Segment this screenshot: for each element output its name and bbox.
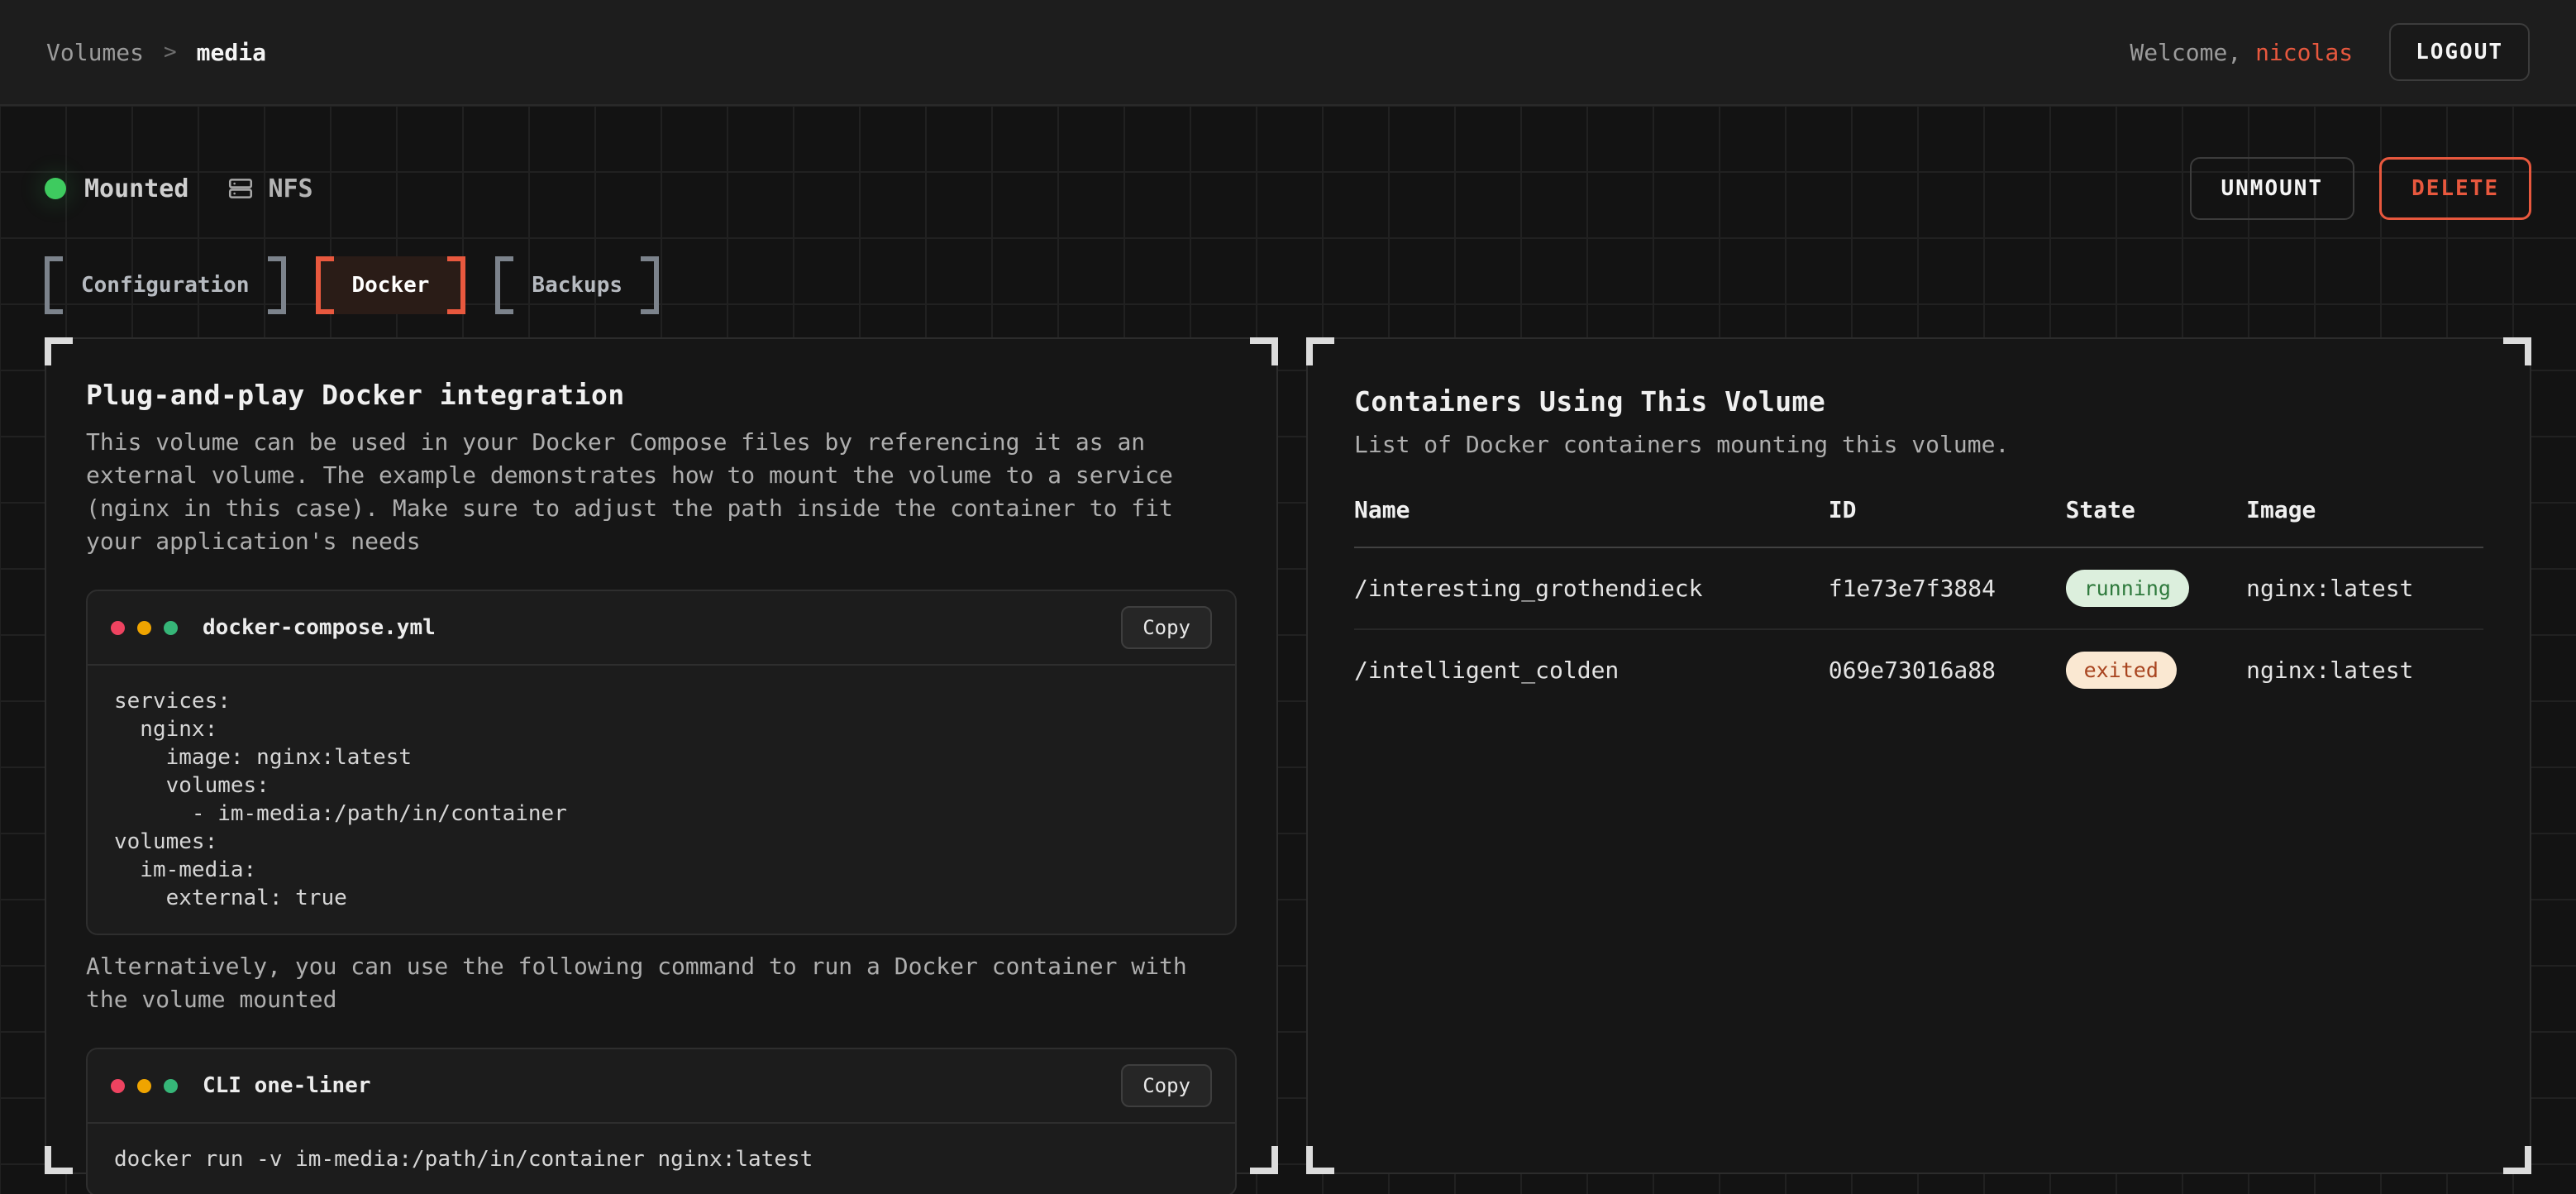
corner-bracket-icon xyxy=(45,1146,73,1174)
tab-configuration[interactable]: Configuration xyxy=(45,256,286,314)
bracket-right-icon xyxy=(447,256,465,314)
unmount-button[interactable]: UNMOUNT xyxy=(2190,157,2355,220)
mounted-status-dot-icon xyxy=(45,178,66,199)
table-header-row: Name ID State Image xyxy=(1354,496,2483,547)
volume-type-label: NFS xyxy=(268,174,312,203)
code-block-header: CLI one-liner Copy xyxy=(88,1049,1235,1124)
main-area: Mounted NFS UNMOUNT DELETE Configuration xyxy=(0,106,2576,1194)
corner-bracket-icon xyxy=(1306,337,1334,365)
logout-button[interactable]: LOGOUT xyxy=(2389,23,2530,81)
breadcrumb-separator-icon: > xyxy=(164,40,177,64)
corner-bracket-icon xyxy=(1250,1146,1278,1174)
copy-compose-button[interactable]: Copy xyxy=(1121,606,1212,649)
bracket-left-icon xyxy=(495,256,513,314)
container-image: nginx:latest xyxy=(2246,629,2483,710)
cli-intro-text: Alternatively, you can use the following… xyxy=(86,950,1219,1016)
window-dots-icon xyxy=(111,1079,178,1093)
tab-label: Configuration xyxy=(81,273,250,298)
column-header-id: ID xyxy=(1829,496,2066,547)
bracket-right-icon xyxy=(641,256,659,314)
tab-bar: Configuration Docker Backups xyxy=(45,256,2531,314)
panel-subtitle: List of Docker containers mounting this … xyxy=(1354,431,2483,458)
bracket-left-icon xyxy=(316,256,334,314)
top-bar-right: Welcome, nicolas LOGOUT xyxy=(2130,23,2530,81)
status-badge: running xyxy=(2066,570,2189,607)
corner-bracket-icon xyxy=(2503,1146,2531,1174)
mounted-status-label: Mounted xyxy=(84,174,188,203)
bracket-left-icon xyxy=(45,256,63,314)
compose-code-block: docker-compose.yml Copy services: nginx:… xyxy=(86,590,1237,935)
tab-docker[interactable]: Docker xyxy=(316,256,466,314)
top-bar: Volumes > media Welcome, nicolas LOGOUT xyxy=(0,0,2576,106)
status-row: Mounted NFS UNMOUNT DELETE xyxy=(45,106,2531,220)
breadcrumb-volumes-link[interactable]: Volumes xyxy=(46,39,144,66)
tab-label: Docker xyxy=(352,273,430,298)
breadcrumb: Volumes > media xyxy=(46,39,266,66)
code-block-header: docker-compose.yml Copy xyxy=(88,591,1235,666)
delete-button[interactable]: DELETE xyxy=(2379,157,2531,220)
panel-description: This volume can be used in your Docker C… xyxy=(86,426,1219,558)
panel-title: Plug-and-play Docker integration xyxy=(86,379,1237,411)
container-id: 069e73016a88 xyxy=(1829,629,2066,710)
code-filename: CLI one-liner xyxy=(203,1073,1121,1098)
window-dots-icon xyxy=(111,621,178,635)
cli-code: docker run -v im-media:/path/in/containe… xyxy=(88,1124,1235,1194)
container-name: /intelligent_colden xyxy=(1354,629,1829,710)
welcome-prefix: Welcome, xyxy=(2130,39,2255,66)
tab-label: Backups xyxy=(532,273,623,298)
container-id: f1e73e7f3884 xyxy=(1829,547,2066,629)
copy-cli-button[interactable]: Copy xyxy=(1121,1064,1212,1107)
cli-code-block: CLI one-liner Copy docker run -v im-medi… xyxy=(86,1048,1237,1194)
container-name: /interesting_grothendieck xyxy=(1354,547,1829,629)
username: nicolas xyxy=(2255,39,2353,66)
welcome-text: Welcome, nicolas xyxy=(2130,39,2353,66)
compose-code: services: nginx: image: nginx:latest vol… xyxy=(88,666,1235,934)
server-stack-icon xyxy=(227,174,255,203)
containers-table: Name ID State Image /interesting_grothen… xyxy=(1354,496,2483,710)
bracket-right-icon xyxy=(268,256,286,314)
tab-backups[interactable]: Backups xyxy=(495,256,659,314)
column-header-image: Image xyxy=(2246,496,2483,547)
table-row: /intelligent_colden 069e73016a88 exited … xyxy=(1354,629,2483,710)
docker-integration-panel: Plug-and-play Docker integration This vo… xyxy=(45,337,1278,1174)
breadcrumb-current-volume: media xyxy=(197,39,266,66)
volume-status: Mounted NFS xyxy=(45,174,313,203)
panel-title: Containers Using This Volume xyxy=(1354,385,2483,418)
containers-panel: Containers Using This Volume List of Doc… xyxy=(1306,337,2531,1174)
corner-bracket-icon xyxy=(45,337,73,365)
status-badge: exited xyxy=(2066,652,2177,689)
panels-row: Plug-and-play Docker integration This vo… xyxy=(45,337,2531,1174)
container-image: nginx:latest xyxy=(2246,547,2483,629)
corner-bracket-icon xyxy=(1306,1146,1334,1174)
volume-actions: UNMOUNT DELETE xyxy=(2190,157,2532,220)
table-row: /interesting_grothendieck f1e73e7f3884 r… xyxy=(1354,547,2483,629)
corner-bracket-icon xyxy=(2503,337,2531,365)
column-header-name: Name xyxy=(1354,496,1829,547)
corner-bracket-icon xyxy=(1250,337,1278,365)
column-header-state: State xyxy=(2066,496,2247,547)
code-filename: docker-compose.yml xyxy=(203,615,1121,640)
